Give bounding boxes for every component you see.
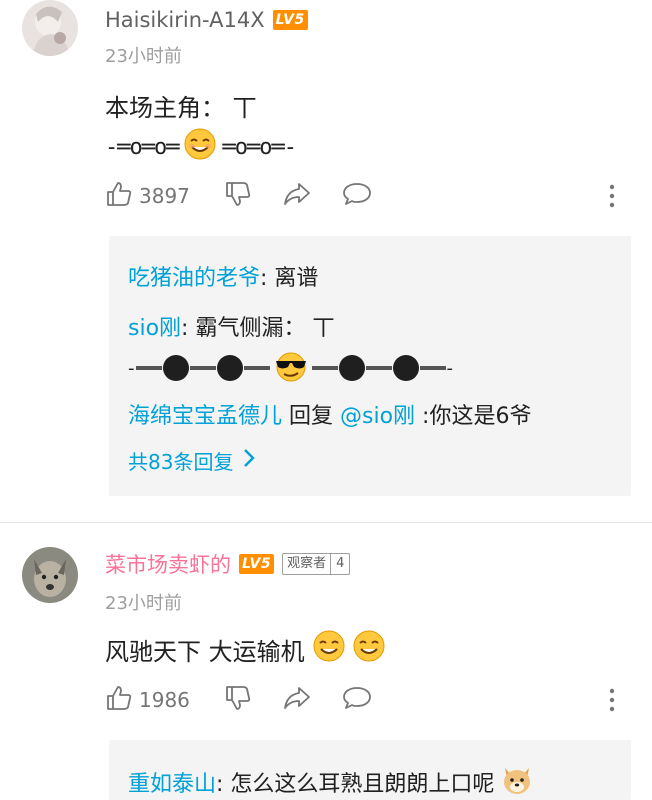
comment-divider bbox=[0, 522, 652, 523]
smiling-face-emoji bbox=[353, 630, 385, 668]
username[interactable]: Haisikirin-A14X bbox=[105, 8, 265, 32]
reply-preview-box: 吃猪油的老爷: 离谱 sio刚: 霸气侧漏： 丅 - - 海绵宝宝孟德儿 回复 … bbox=[109, 236, 631, 496]
black-circle-icon bbox=[216, 355, 243, 381]
reply-item: 海绵宝宝孟德儿 回复 @sio刚 :你这是6爷 bbox=[128, 398, 531, 430]
smiling-face-emoji bbox=[184, 128, 216, 166]
reply-mention[interactable]: @sio刚 bbox=[340, 404, 415, 429]
more-vertical-icon bbox=[608, 688, 616, 718]
fan-badge: 观察者 4 bbox=[282, 553, 351, 575]
reply-button[interactable] bbox=[342, 180, 372, 212]
doge-emoji bbox=[500, 762, 534, 800]
thumbs-up-icon bbox=[105, 180, 133, 212]
reply-text: : 霸气侧漏： 丅 bbox=[181, 316, 335, 341]
more-vertical-icon bbox=[608, 184, 616, 214]
level-badge: LV5 bbox=[239, 554, 275, 574]
reply-button[interactable] bbox=[342, 684, 372, 716]
share-button[interactable] bbox=[282, 180, 312, 212]
reply-username[interactable]: sio刚 bbox=[128, 316, 181, 341]
like-count: 1986 bbox=[139, 688, 190, 712]
reply-text: : 离谱 bbox=[260, 266, 319, 291]
more-options-button[interactable] bbox=[608, 182, 616, 214]
speech-bubble-icon bbox=[342, 180, 372, 212]
fan-badge-level: 4 bbox=[330, 554, 349, 574]
speech-bubble-icon bbox=[342, 684, 372, 716]
like-button[interactable]: 3897 bbox=[105, 180, 190, 212]
reply-text: :你这是6爷 bbox=[415, 404, 532, 429]
reply-item: sio刚: 霸气侧漏： 丅 bbox=[128, 310, 334, 342]
sunglasses-face-emoji bbox=[273, 350, 309, 386]
dislike-button[interactable] bbox=[224, 684, 252, 716]
reply-text: : 怎么这么耳熟且朗朗上口呢 bbox=[216, 772, 495, 797]
thumbs-down-icon bbox=[224, 180, 252, 212]
reply-decoration: - - bbox=[128, 350, 453, 386]
view-all-replies-link[interactable]: 共83条回复 bbox=[128, 446, 256, 475]
comment-item: 菜市场卖虾的 LV5 观察者 4 23小时前 风驰天下 大运输机 1986 重如… bbox=[0, 540, 652, 800]
black-circle-icon bbox=[392, 355, 419, 381]
black-circle-icon bbox=[338, 355, 365, 381]
timestamp: 23小时前 bbox=[105, 46, 182, 67]
reply-username[interactable]: 吃猪油的老爷 bbox=[128, 266, 260, 291]
username[interactable]: 菜市场卖虾的 bbox=[105, 549, 231, 579]
comment-decoration: -═o═o═ ═o═o═- bbox=[105, 128, 297, 166]
more-options-button[interactable] bbox=[608, 686, 616, 718]
black-circle-icon bbox=[162, 355, 189, 381]
comment-text-row: 风驰天下 大运输机 bbox=[105, 630, 385, 668]
like-count: 3897 bbox=[139, 184, 190, 208]
comment-text: 本场主角： 丅 bbox=[105, 94, 257, 122]
avatar[interactable] bbox=[22, 0, 78, 56]
deco-right: ═o═o═- bbox=[222, 134, 296, 160]
reply-username[interactable]: 重如泰山 bbox=[128, 766, 216, 798]
view-all-replies-label: 共83条回复 bbox=[128, 450, 234, 474]
smiling-face-emoji bbox=[313, 630, 345, 668]
share-arrow-icon bbox=[282, 180, 312, 212]
dislike-button[interactable] bbox=[224, 180, 252, 212]
reply-item: 重如泰山: 怎么这么耳熟且朗朗上口呢 bbox=[128, 762, 534, 800]
thumbs-up-icon bbox=[105, 684, 133, 716]
share-button[interactable] bbox=[282, 684, 312, 716]
reply-username[interactable]: 海绵宝宝孟德儿 bbox=[128, 404, 282, 429]
chevron-right-icon bbox=[243, 448, 256, 473]
like-button[interactable]: 1986 bbox=[105, 684, 190, 716]
timestamp: 23小时前 bbox=[105, 593, 182, 614]
avatar[interactable] bbox=[22, 547, 78, 603]
reply-label: 回复 bbox=[282, 404, 341, 429]
level-badge: LV5 bbox=[272, 10, 308, 30]
reply-preview-box: 重如泰山: 怎么这么耳熟且朗朗上口呢 bbox=[109, 740, 631, 800]
comment-item: Haisikirin-A14X LV5 23小时前 本场主角： 丅 -═o═o═… bbox=[0, 0, 652, 520]
share-arrow-icon bbox=[282, 684, 312, 716]
deco-left: -═o═o═ bbox=[105, 134, 179, 160]
reply-item: 吃猪油的老爷: 离谱 bbox=[128, 260, 318, 292]
fan-badge-text: 观察者 bbox=[287, 556, 327, 571]
thumbs-down-icon bbox=[224, 684, 252, 716]
comment-text: 风驰天下 大运输机 bbox=[105, 637, 305, 666]
